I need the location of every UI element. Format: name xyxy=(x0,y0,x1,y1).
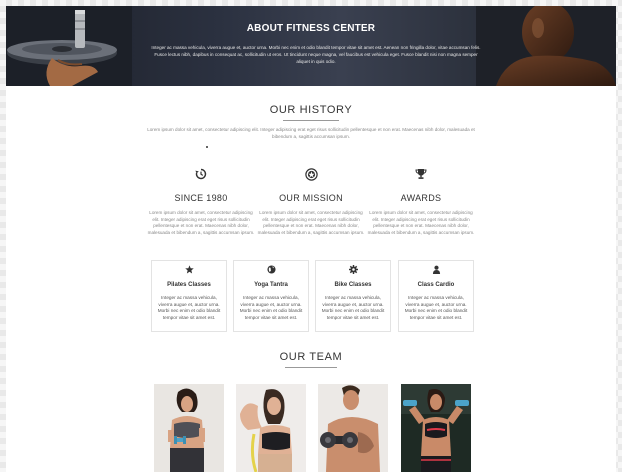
feature-text: Lorem ipsum dolor sit amet, consectetur … xyxy=(257,210,365,235)
team-title: OUR TEAM xyxy=(279,351,343,363)
hero-title: ABOUT FITNESS CENTER xyxy=(246,23,376,34)
feature-awards: AWARDS Lorem ipsum dolor sit amet, conse… xyxy=(366,168,476,236)
history-underline xyxy=(283,120,339,121)
trophy-icon xyxy=(415,169,427,179)
team-underline xyxy=(285,367,337,368)
class-title: Bike Classes xyxy=(334,282,372,288)
history-icon xyxy=(195,168,207,180)
class-text: Integer ac massa vehicula, viverra augue… xyxy=(239,295,303,320)
class-text: Integer ac massa vehicula, viverra augue… xyxy=(404,295,468,320)
team-photo-woman-dumbbells[interactable] xyxy=(154,384,224,472)
emblem-icon xyxy=(304,168,318,181)
feature-since-1980: SINCE 1980 Lorem ipsum dolor sit amet, c… xyxy=(146,168,256,236)
feature-title: AWARDS xyxy=(400,193,442,203)
globe-icon xyxy=(266,265,276,274)
class-title: Yoga Tantra xyxy=(254,282,288,288)
hero-description: Integer ac massa vehicula, viverra augue… xyxy=(151,45,481,64)
class-card-pilates[interactable]: Pilates Classes Integer ac massa vehicul… xyxy=(151,260,227,332)
athlete-image xyxy=(476,6,616,86)
class-card-bike[interactable]: Bike Classes Integer ac massa vehicula, … xyxy=(315,260,391,332)
feature-text: Lorem ipsum dolor sit amet, consectetur … xyxy=(147,210,255,235)
star-icon xyxy=(184,265,194,274)
feature-text: Lorem ipsum dolor sit amet, consectetur … xyxy=(367,210,475,235)
class-title: Class Cardio xyxy=(417,282,455,288)
history-text: Lorem ipsum dolor sit amet, consectetur … xyxy=(147,127,475,139)
user-icon xyxy=(432,265,440,274)
bullet-dot xyxy=(206,146,208,148)
history-title: OUR HISTORY xyxy=(269,104,353,116)
about-page: ABOUT FITNESS CENTER Integer ac massa ve… xyxy=(6,6,616,472)
class-card-cardio[interactable]: Class Cardio Integer ac massa vehicula, … xyxy=(398,260,474,332)
dumbbell-hand-image xyxy=(6,6,132,86)
feature-title: OUR MISSION xyxy=(279,193,343,203)
team-photo-woman-flexing[interactable] xyxy=(236,384,306,472)
team-photo-woman-weights[interactable] xyxy=(401,384,471,472)
feature-our-mission: OUR MISSION Lorem ipsum dolor sit amet, … xyxy=(256,168,366,236)
class-text: Integer ac massa vehicula, viverra augue… xyxy=(157,295,221,320)
team-photo-man-dumbbell[interactable] xyxy=(318,384,388,472)
feature-title: SINCE 1980 xyxy=(174,193,228,203)
gear-icon xyxy=(348,265,358,274)
hero-banner: ABOUT FITNESS CENTER Integer ac massa ve… xyxy=(6,6,616,86)
class-title: Pilates Classes xyxy=(167,282,211,288)
class-card-yoga[interactable]: Yoga Tantra Integer ac massa vehicula, v… xyxy=(233,260,309,332)
class-text: Integer ac massa vehicula, viverra augue… xyxy=(321,295,385,320)
